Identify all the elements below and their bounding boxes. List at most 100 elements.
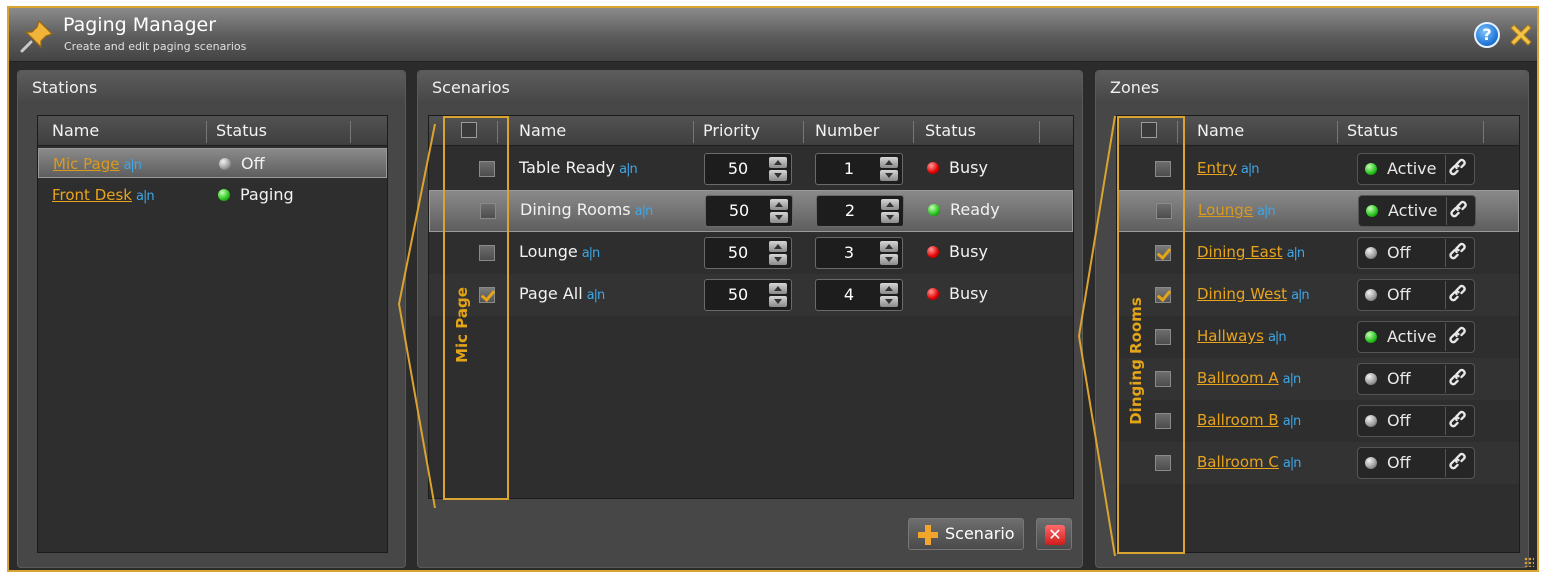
column-header-status[interactable]: Status [1347,116,1398,146]
stepper-down-icon[interactable] [769,296,787,307]
stepper-up-icon[interactable] [881,199,899,210]
column-divider[interactable] [1483,121,1484,143]
stepper-up-icon[interactable] [769,241,787,252]
stepper-up-icon[interactable] [769,157,787,168]
column-header-priority[interactable]: Priority [703,116,760,146]
close-icon[interactable] [1506,20,1536,50]
app-subtitle: Create and edit paging scenarios [64,40,247,53]
priority-stepper[interactable]: 50 [705,195,793,227]
stepper-up-icon[interactable] [880,157,898,168]
priority-stepper[interactable]: 50 [704,237,792,269]
scenario-status: Busy [949,284,988,303]
chain-link-icon[interactable] [1445,323,1473,351]
scenarios-title: Scenarios [418,71,1082,105]
stepper-down-icon[interactable] [769,254,787,265]
rename-text-icon[interactable]: a|n [587,288,606,303]
column-divider[interactable] [693,121,694,143]
status-active-icon [1366,205,1378,217]
priority-stepper[interactable]: 50 [704,153,792,185]
column-header-name[interactable]: Name [52,116,99,146]
stepper-down-icon[interactable] [880,296,898,307]
zone-name-link[interactable]: Entry [1197,159,1237,177]
zone-name-link[interactable]: Dining East [1197,243,1283,261]
rename-text-icon[interactable]: a|n [1268,330,1287,345]
scenarios-grid-header: Name Priority Number Status [429,116,1073,146]
rename-text-icon[interactable]: a|n [1283,372,1302,387]
column-divider[interactable] [1337,121,1338,143]
zone-name-link[interactable]: Dining West [1197,285,1287,303]
stepper-up-icon[interactable] [769,283,787,294]
scenario-row[interactable]: Page All a|n 50 4 Busy [429,274,1073,316]
column-divider[interactable] [1039,121,1040,143]
column-header-status[interactable]: Status [216,116,267,146]
zone-name-link[interactable]: Lounge [1198,201,1253,219]
rename-text-icon[interactable]: a|n [1283,414,1302,429]
add-scenario-button[interactable]: Scenario [908,518,1024,550]
station-name-link[interactable]: Front Desk [52,186,132,204]
zone-name-link[interactable]: Hallways [1197,327,1264,345]
scenario-name: Page All [519,284,583,303]
number-stepper[interactable]: 1 [815,153,903,185]
stepper-up-icon[interactable] [880,241,898,252]
scenario-row[interactable]: Table Ready a|n 50 1 Busy [429,148,1073,190]
rename-text-icon[interactable]: a|n [1287,246,1306,261]
scenario-row[interactable]: Lounge a|n 50 3 Busy [429,232,1073,274]
number-stepper[interactable]: 2 [816,195,904,227]
column-divider[interactable] [350,121,351,143]
column-header-name[interactable]: Name [519,116,566,146]
scenario-row[interactable]: Dining Rooms a|n 50 2 Ready [429,190,1073,232]
status-busy-icon [927,246,939,258]
stepper-up-icon[interactable] [880,283,898,294]
rename-text-icon[interactable]: a|n [1257,204,1276,219]
zone-name-link[interactable]: Ballroom C [1197,453,1279,471]
zone-status: Off [1357,237,1475,269]
column-header-number[interactable]: Number [815,116,879,146]
number-stepper[interactable]: 4 [815,279,903,311]
number-stepper[interactable]: 3 [815,237,903,269]
stepper-down-icon[interactable] [880,254,898,265]
delete-scenario-button[interactable]: ✕ [1036,518,1072,550]
zone-status: Active [1358,195,1476,227]
chain-link-icon[interactable] [1445,239,1473,267]
column-divider[interactable] [913,121,914,143]
chain-link-icon[interactable] [1445,365,1473,393]
column-header-name[interactable]: Name [1197,116,1244,146]
station-row[interactable]: Mic Page a|n Off [38,148,387,178]
rename-text-icon[interactable]: a|n [582,246,601,261]
chain-link-icon[interactable] [1445,155,1473,183]
stepper-down-icon[interactable] [770,212,788,223]
rename-text-icon[interactable]: a|n [1283,456,1302,471]
chain-link-icon[interactable] [1445,449,1473,477]
group-label-mic-page: Mic Page [453,287,471,363]
station-row[interactable]: Front Desk a|n Paging [38,180,387,210]
chain-link-icon[interactable] [1445,407,1473,435]
pushpin-icon [20,19,54,53]
chain-link-icon[interactable] [1445,281,1473,309]
rename-text-icon[interactable]: a|n [136,189,155,204]
priority-stepper[interactable]: 50 [704,279,792,311]
zone-name-link[interactable]: Ballroom B [1197,411,1279,429]
stepper-down-icon[interactable] [881,212,899,223]
status-busy-icon [927,288,939,300]
help-icon[interactable]: ? [1474,22,1500,48]
stepper-up-icon[interactable] [770,199,788,210]
zone-name-link[interactable]: Ballroom A [1197,369,1279,387]
app-title: Paging Manager [63,14,217,36]
station-name-link[interactable]: Mic Page [53,155,119,173]
rename-text-icon[interactable]: a|n [635,204,654,219]
stepper-down-icon[interactable] [880,170,898,181]
column-divider[interactable] [803,121,804,143]
rename-text-icon[interactable]: a|n [619,162,638,177]
scenarios-panel: Scenarios Name Priority Number Status Ta… [417,70,1083,568]
rename-text-icon[interactable]: a|n [1291,288,1310,303]
zone-status: Off [1357,363,1475,395]
rename-text-icon[interactable]: a|n [1241,162,1260,177]
chain-link-icon[interactable] [1446,197,1474,225]
rename-text-icon[interactable]: a|n [123,158,142,173]
resize-grip[interactable] [1524,557,1534,567]
column-header-status[interactable]: Status [925,116,976,146]
zone-status: Off [1357,405,1475,437]
group-label-dinging-rooms: Dinging Rooms [1127,297,1145,425]
column-divider[interactable] [206,121,207,143]
stepper-down-icon[interactable] [769,170,787,181]
